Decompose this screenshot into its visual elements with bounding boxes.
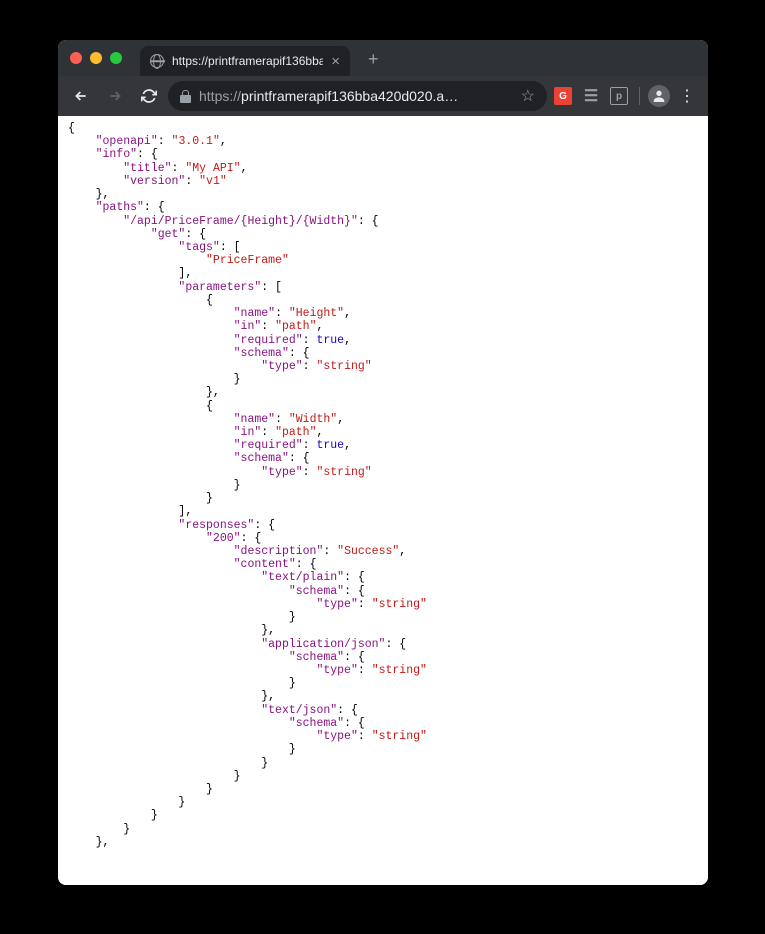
- globe-icon: [150, 54, 164, 68]
- profile-avatar[interactable]: [648, 85, 670, 107]
- bookmark-star-icon[interactable]: ☆: [521, 86, 535, 106]
- minimize-window-button[interactable]: [90, 52, 102, 64]
- forward-button[interactable]: [100, 81, 130, 111]
- toolbar-divider: [639, 87, 640, 105]
- maximize-window-button[interactable]: [110, 52, 122, 64]
- traffic-lights: [70, 52, 122, 64]
- browser-window: https://printframerapif136bba4 × + https…: [58, 40, 708, 885]
- close-tab-button[interactable]: ×: [331, 54, 340, 69]
- extension-icon-3[interactable]: p: [610, 87, 628, 105]
- close-window-button[interactable]: [70, 52, 82, 64]
- extension-icon-1[interactable]: G: [554, 87, 572, 105]
- url-text: https://printframerapif136bba420d020.a…: [199, 88, 513, 104]
- back-button[interactable]: [66, 81, 96, 111]
- extension-icon-2[interactable]: ☰: [582, 87, 600, 105]
- toolbar: https://printframerapif136bba420d020.a… …: [58, 76, 708, 116]
- reload-button[interactable]: [134, 81, 164, 111]
- browser-tab[interactable]: https://printframerapif136bba4 ×: [140, 46, 350, 76]
- lock-icon: [180, 90, 191, 103]
- tab-title: https://printframerapif136bba4: [172, 54, 323, 68]
- page-content[interactable]: { "openapi": "3.0.1", "info": { "title":…: [58, 116, 708, 885]
- new-tab-button[interactable]: +: [368, 49, 379, 70]
- json-viewer: { "openapi": "3.0.1", "info": { "title":…: [68, 122, 698, 849]
- address-bar[interactable]: https://printframerapif136bba420d020.a… …: [168, 81, 547, 111]
- menu-button[interactable]: ⋮: [674, 86, 700, 106]
- title-bar: https://printframerapif136bba4 × +: [58, 40, 708, 76]
